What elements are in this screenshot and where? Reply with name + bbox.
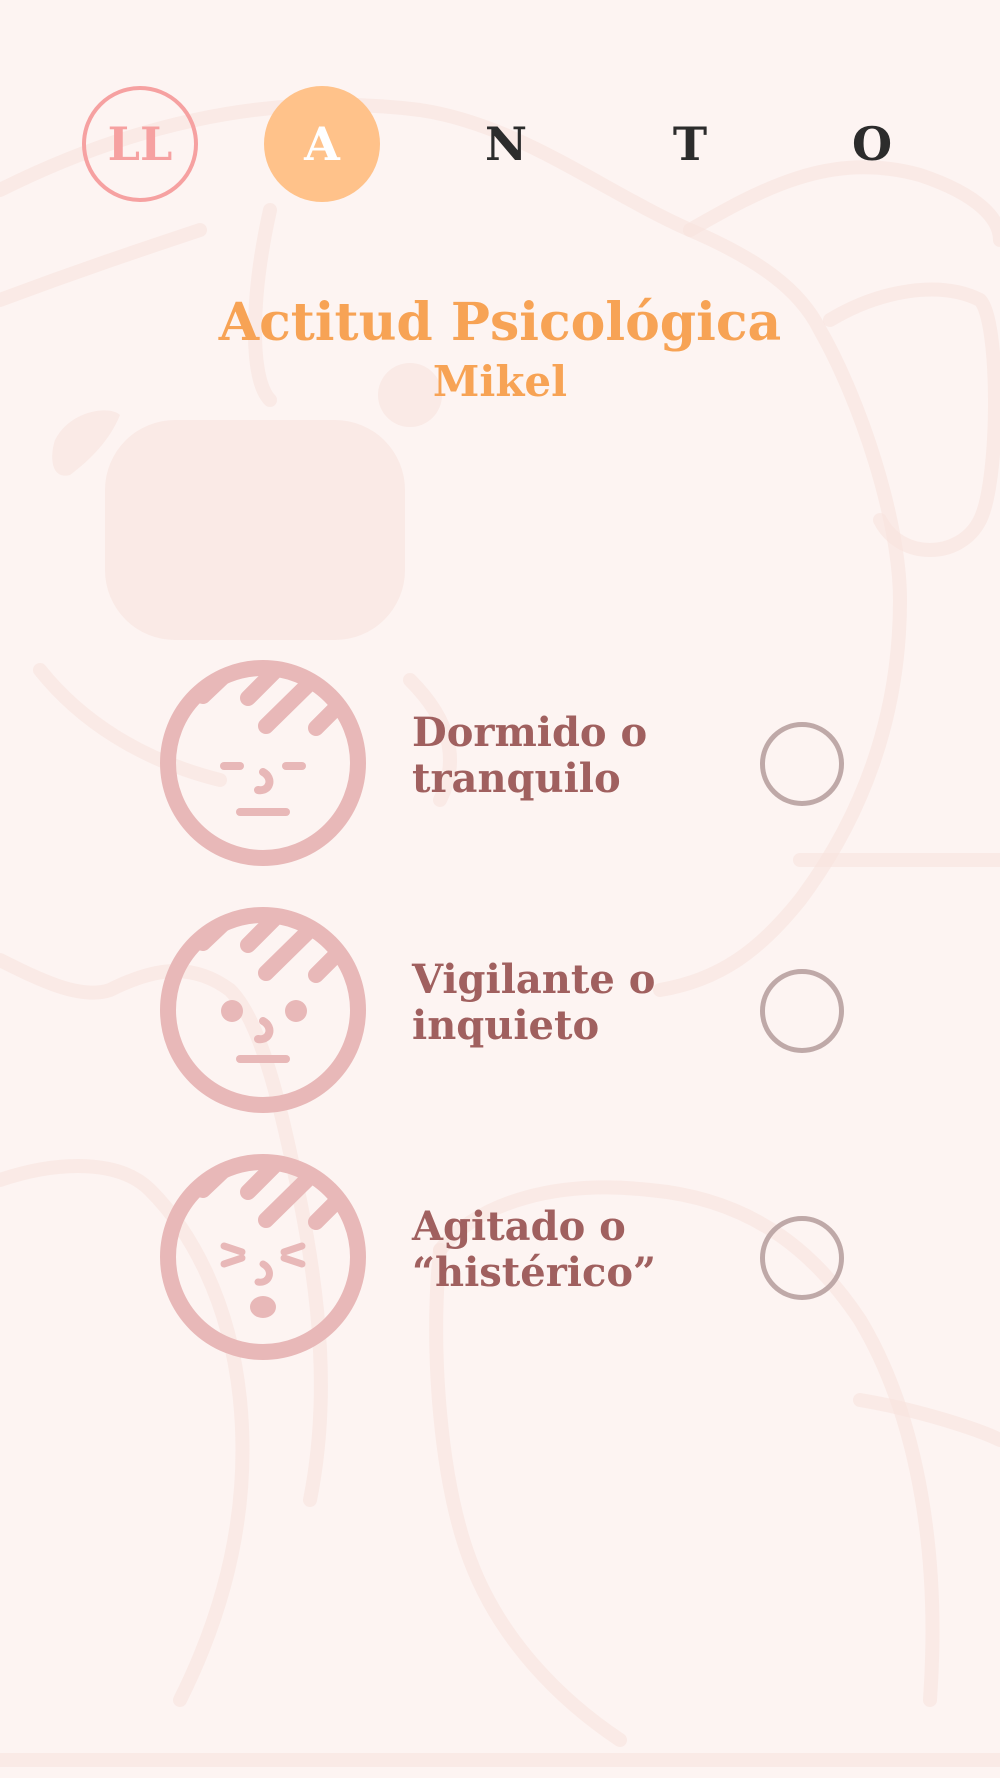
step-n[interactable]: N	[448, 86, 564, 202]
option-agitado-line1: Agitado o	[412, 1203, 626, 1250]
page-title: Actitud Psicológica	[218, 292, 782, 353]
option-vigilante[interactable]: Vigilante o inquieto	[0, 905, 1000, 1115]
option-vigilante-label: Vigilante o inquieto	[412, 957, 712, 1049]
option-vigilante-line2: inquieto	[412, 1002, 600, 1049]
step-indicator: LL A N T O	[0, 0, 1000, 290]
option-agitado-label: Agitado o “histérico”	[412, 1204, 712, 1296]
page-header: Actitud Psicológica Mikel	[0, 290, 1000, 408]
option-agitado-line2: “histérico”	[412, 1249, 657, 1296]
option-vigilante-line1: Vigilante o	[412, 956, 656, 1003]
step-t[interactable]: T	[632, 86, 748, 202]
option-dormido-radio[interactable]	[760, 722, 844, 806]
alert-face-icon	[160, 907, 366, 1113]
option-dormido-line1: Dormido o	[412, 709, 648, 756]
agitated-face-icon	[160, 1154, 366, 1360]
option-agitado[interactable]: Agitado o “histérico”	[0, 1152, 1000, 1362]
option-vigilante-radio[interactable]	[760, 969, 844, 1053]
option-dormido-label: Dormido o tranquilo	[412, 710, 712, 802]
option-agitado-radio[interactable]	[760, 1216, 844, 1300]
step-o[interactable]: O	[814, 86, 930, 202]
step-t-label: T	[672, 117, 708, 171]
option-dormido-line2: tranquilo	[412, 755, 621, 802]
option-dormido[interactable]: Dormido o tranquilo	[0, 658, 1000, 868]
step-n-label: N	[484, 117, 528, 171]
step-a-label: A	[304, 117, 340, 171]
step-ll[interactable]: LL	[82, 86, 198, 202]
step-a[interactable]: A	[264, 86, 380, 202]
step-o-label: O	[851, 117, 893, 171]
step-ll-label: LL	[107, 117, 173, 171]
sleeping-face-icon	[160, 660, 366, 866]
patient-name: Mikel	[432, 357, 568, 406]
